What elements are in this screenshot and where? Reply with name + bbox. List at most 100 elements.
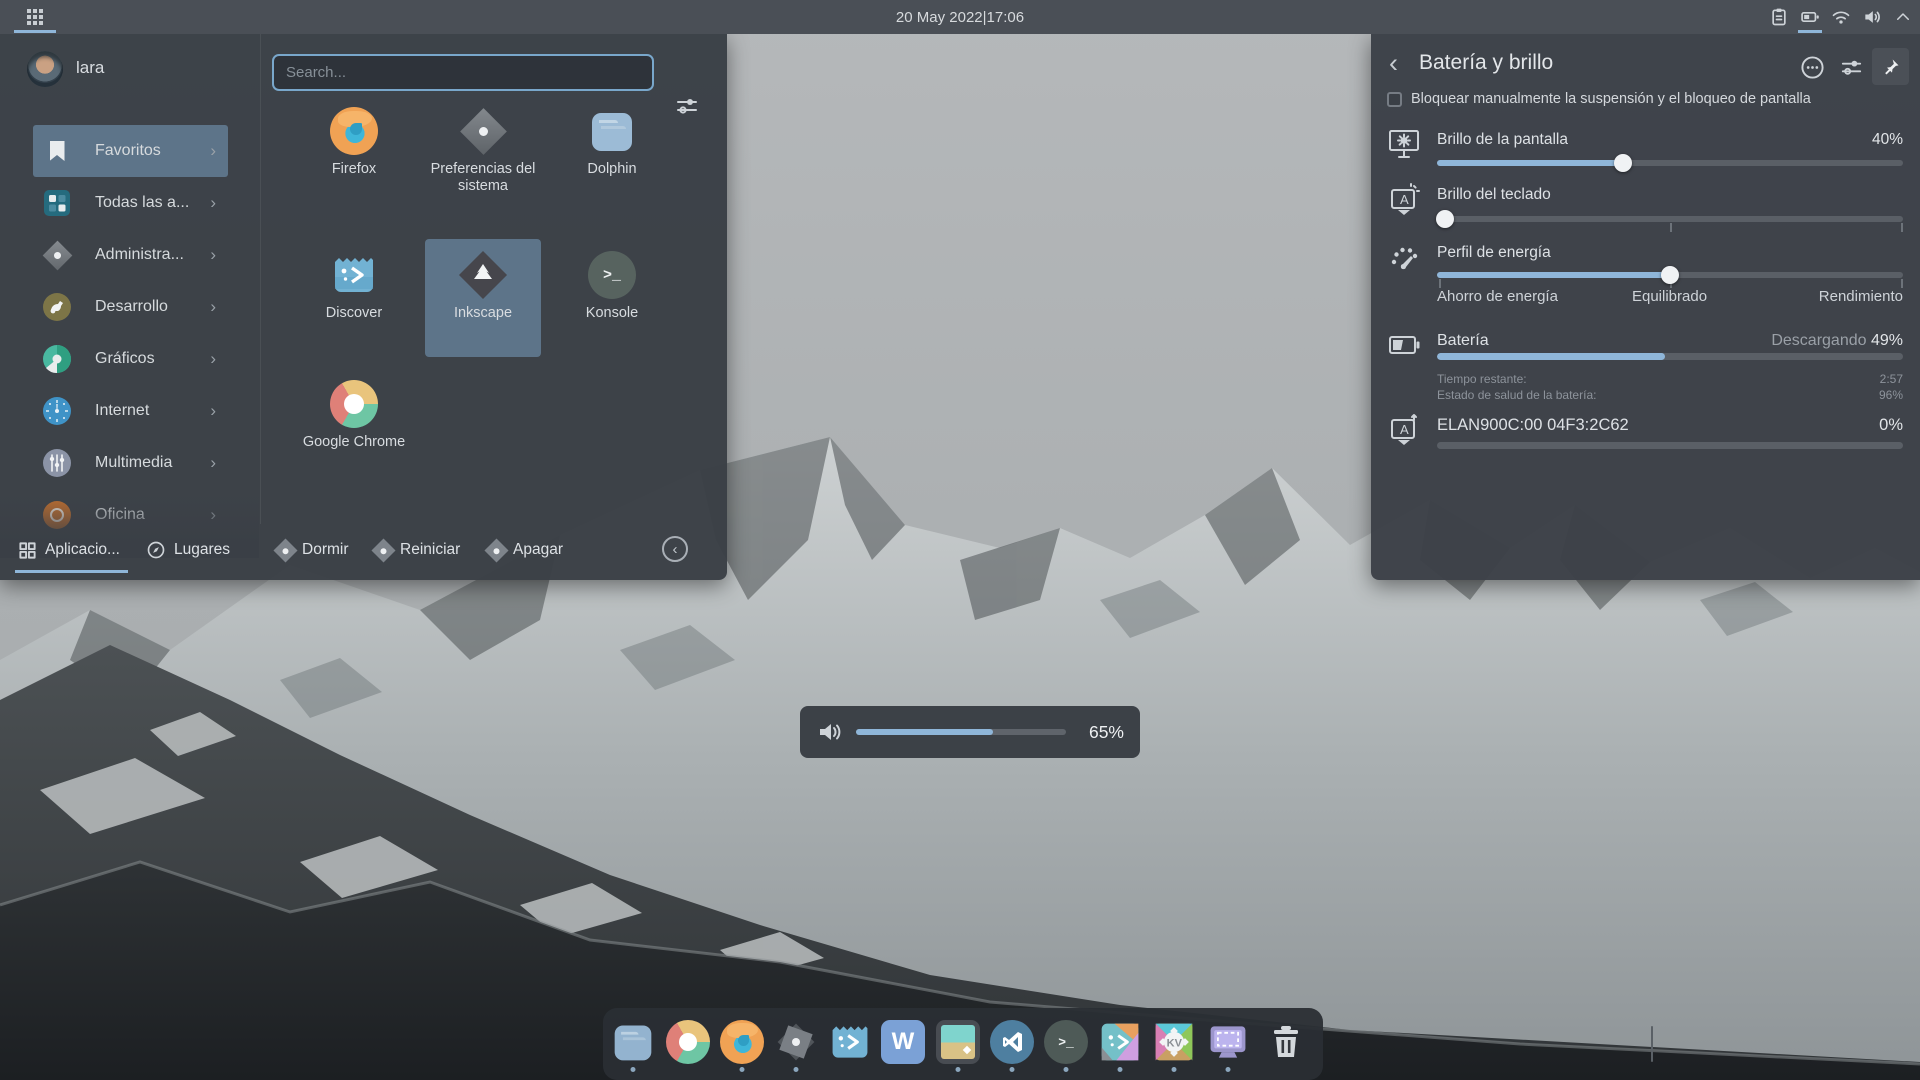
screen-brightness-value: 40% bbox=[1872, 131, 1903, 149]
user-name: lara bbox=[76, 58, 104, 78]
session-history-button[interactable]: ‹ bbox=[662, 536, 688, 562]
running-indicator bbox=[631, 1067, 636, 1072]
firefox-icon bbox=[330, 107, 378, 155]
touchscreen-device-icon: A bbox=[1387, 412, 1421, 448]
svg-text:A: A bbox=[1400, 192, 1409, 207]
all-apps-icon bbox=[42, 188, 72, 218]
running-indicator bbox=[956, 1067, 961, 1072]
screen-brightness-label: Brillo de la pantalla bbox=[1437, 131, 1568, 149]
dock-item-spectacle[interactable] bbox=[1206, 1020, 1250, 1064]
sidebar-item-administracion[interactable]: Administra...› bbox=[33, 229, 228, 281]
dock-item-discover[interactable] bbox=[828, 1020, 872, 1064]
restart-icon bbox=[371, 538, 395, 562]
sidebar-item-todas-las-aplicaciones[interactable]: Todas las a...› bbox=[33, 177, 228, 229]
app-tile-preferencias-del-sistema[interactable]: Preferencias del sistema bbox=[425, 95, 541, 213]
discover-icon bbox=[330, 251, 378, 299]
volume-tray-icon[interactable] bbox=[1861, 0, 1883, 34]
app-tile-inkscape[interactable]: Inkscape bbox=[425, 239, 541, 357]
running-indicator bbox=[1172, 1067, 1177, 1072]
profile-performance-label[interactable]: Rendimiento bbox=[1819, 288, 1903, 305]
clipboard-tray-icon[interactable] bbox=[1768, 0, 1790, 34]
screen-brightness-slider-handle[interactable] bbox=[1614, 154, 1632, 172]
power-profile-slider[interactable] bbox=[1437, 266, 1903, 284]
top-panel: 20 May 2022|17:06 bbox=[0, 0, 1920, 34]
wifi-tray-icon[interactable] bbox=[1830, 0, 1852, 34]
application-launcher-popup: lara Favoritos› Todas las a...› bbox=[0, 34, 727, 580]
profile-balanced-label[interactable]: Equilibrado bbox=[1632, 288, 1707, 305]
volume-osd-bar bbox=[856, 729, 1066, 735]
dock-item-kvantum[interactable]: KV bbox=[1152, 1020, 1196, 1064]
system-settings-icon bbox=[459, 107, 507, 155]
sidebar-item-internet[interactable]: Internet› bbox=[33, 385, 228, 437]
screen-brightness-slider[interactable] bbox=[1437, 154, 1903, 172]
battery-tray-icon[interactable] bbox=[1799, 0, 1821, 34]
app-tile-firefox[interactable]: Firefox bbox=[296, 95, 412, 213]
status-overflow-icon[interactable] bbox=[1800, 55, 1825, 80]
compass-icon bbox=[146, 540, 166, 560]
tray-expand-chevron-icon[interactable] bbox=[1892, 0, 1914, 34]
dock-item-google-chrome[interactable] bbox=[666, 1020, 710, 1064]
volume-osd-fill bbox=[856, 729, 993, 735]
sidebar-item-multimedia[interactable]: Multimedia› bbox=[33, 437, 228, 489]
konsole-icon: >_ bbox=[588, 251, 636, 299]
suspend-lock-checkbox[interactable] bbox=[1387, 92, 1402, 107]
sleep-icon bbox=[273, 538, 297, 562]
multimedia-icon bbox=[42, 448, 72, 478]
svg-text:KV: KV bbox=[1167, 1038, 1183, 1050]
keyboard-brightness-slider[interactable] bbox=[1437, 210, 1903, 228]
touchscreen-device-label: ELAN900C:00 04F3:2C62 bbox=[1437, 416, 1629, 435]
dock-item-trash[interactable] bbox=[1264, 1020, 1308, 1064]
digital-clock[interactable]: 20 May 2022|17:06 bbox=[0, 0, 1920, 34]
panel-title: Batería y brillo bbox=[1419, 51, 1553, 75]
dock-item-konsole[interactable]: >_ bbox=[1044, 1020, 1088, 1064]
touchscreen-device-value: 0% bbox=[1879, 416, 1903, 435]
dock-item-dolphin[interactable] bbox=[611, 1020, 655, 1064]
chrome-icon bbox=[330, 380, 378, 428]
running-indicator bbox=[740, 1067, 745, 1072]
pin-icon bbox=[1881, 57, 1901, 77]
tab-lugares[interactable]: Lugares bbox=[146, 535, 230, 565]
configure-search-icon[interactable] bbox=[674, 93, 700, 119]
applications-tab-icon bbox=[18, 541, 37, 560]
running-indicator bbox=[794, 1067, 799, 1072]
restart-button[interactable]: Reiniciar bbox=[375, 535, 460, 565]
battery-status: Descargando bbox=[1771, 332, 1866, 349]
dock-item-firefox[interactable] bbox=[720, 1020, 764, 1064]
dock-item-image-tool[interactable] bbox=[1098, 1020, 1142, 1064]
power-profile-slider-handle[interactable] bbox=[1661, 266, 1679, 284]
search-input[interactable] bbox=[272, 54, 654, 91]
dock-item-vscode[interactable] bbox=[990, 1020, 1034, 1064]
sidebar-item-graficos[interactable]: Gráficos› bbox=[33, 333, 228, 385]
volume-osd: 65% bbox=[800, 706, 1140, 758]
app-tile-discover[interactable]: Discover bbox=[296, 239, 412, 357]
running-indicator bbox=[1118, 1067, 1123, 1072]
configure-icon[interactable] bbox=[1839, 55, 1864, 80]
app-tile-google-chrome[interactable]: Google Chrome bbox=[296, 368, 412, 486]
back-button[interactable]: ‹ bbox=[1389, 48, 1398, 78]
dock-item-system-settings[interactable] bbox=[774, 1020, 818, 1064]
administration-icon bbox=[42, 240, 72, 270]
launcher-footer: Aplicacio... Lugares Dormir Reiniciar Ap… bbox=[0, 524, 727, 580]
sidebar-divider bbox=[260, 34, 261, 524]
battery-label: Batería bbox=[1437, 332, 1489, 350]
dock-item-gwenview[interactable] bbox=[936, 1020, 980, 1064]
user-avatar[interactable] bbox=[27, 51, 63, 87]
dock-item-w-writer[interactable]: W bbox=[881, 1020, 925, 1064]
keyboard-brightness-slider-handle[interactable] bbox=[1436, 210, 1454, 228]
sleep-button[interactable]: Dormir bbox=[277, 535, 349, 565]
app-tile-konsole[interactable]: >_ Konsole bbox=[554, 239, 670, 357]
svg-text:A: A bbox=[1400, 422, 1409, 437]
running-indicator bbox=[1010, 1067, 1015, 1072]
volume-osd-value: 65% bbox=[1089, 706, 1124, 758]
app-tile-dolphin[interactable]: Dolphin bbox=[554, 95, 670, 213]
profile-powersave-label[interactable]: Ahorro de energía bbox=[1437, 288, 1558, 305]
touchscreen-progress-bar bbox=[1437, 442, 1903, 449]
battery-status-value: Descargando 49% bbox=[1771, 332, 1903, 350]
tab-aplicaciones[interactable]: Aplicacio... bbox=[18, 535, 120, 565]
battery-tray-active-indicator bbox=[1798, 30, 1822, 33]
sidebar-item-desarrollo[interactable]: Desarrollo› bbox=[33, 281, 228, 333]
sidebar-item-favoritos[interactable]: Favoritos› bbox=[33, 125, 228, 177]
pin-button[interactable] bbox=[1872, 48, 1909, 85]
inkscape-icon bbox=[459, 251, 507, 299]
shutdown-button[interactable]: Apagar bbox=[488, 535, 563, 565]
